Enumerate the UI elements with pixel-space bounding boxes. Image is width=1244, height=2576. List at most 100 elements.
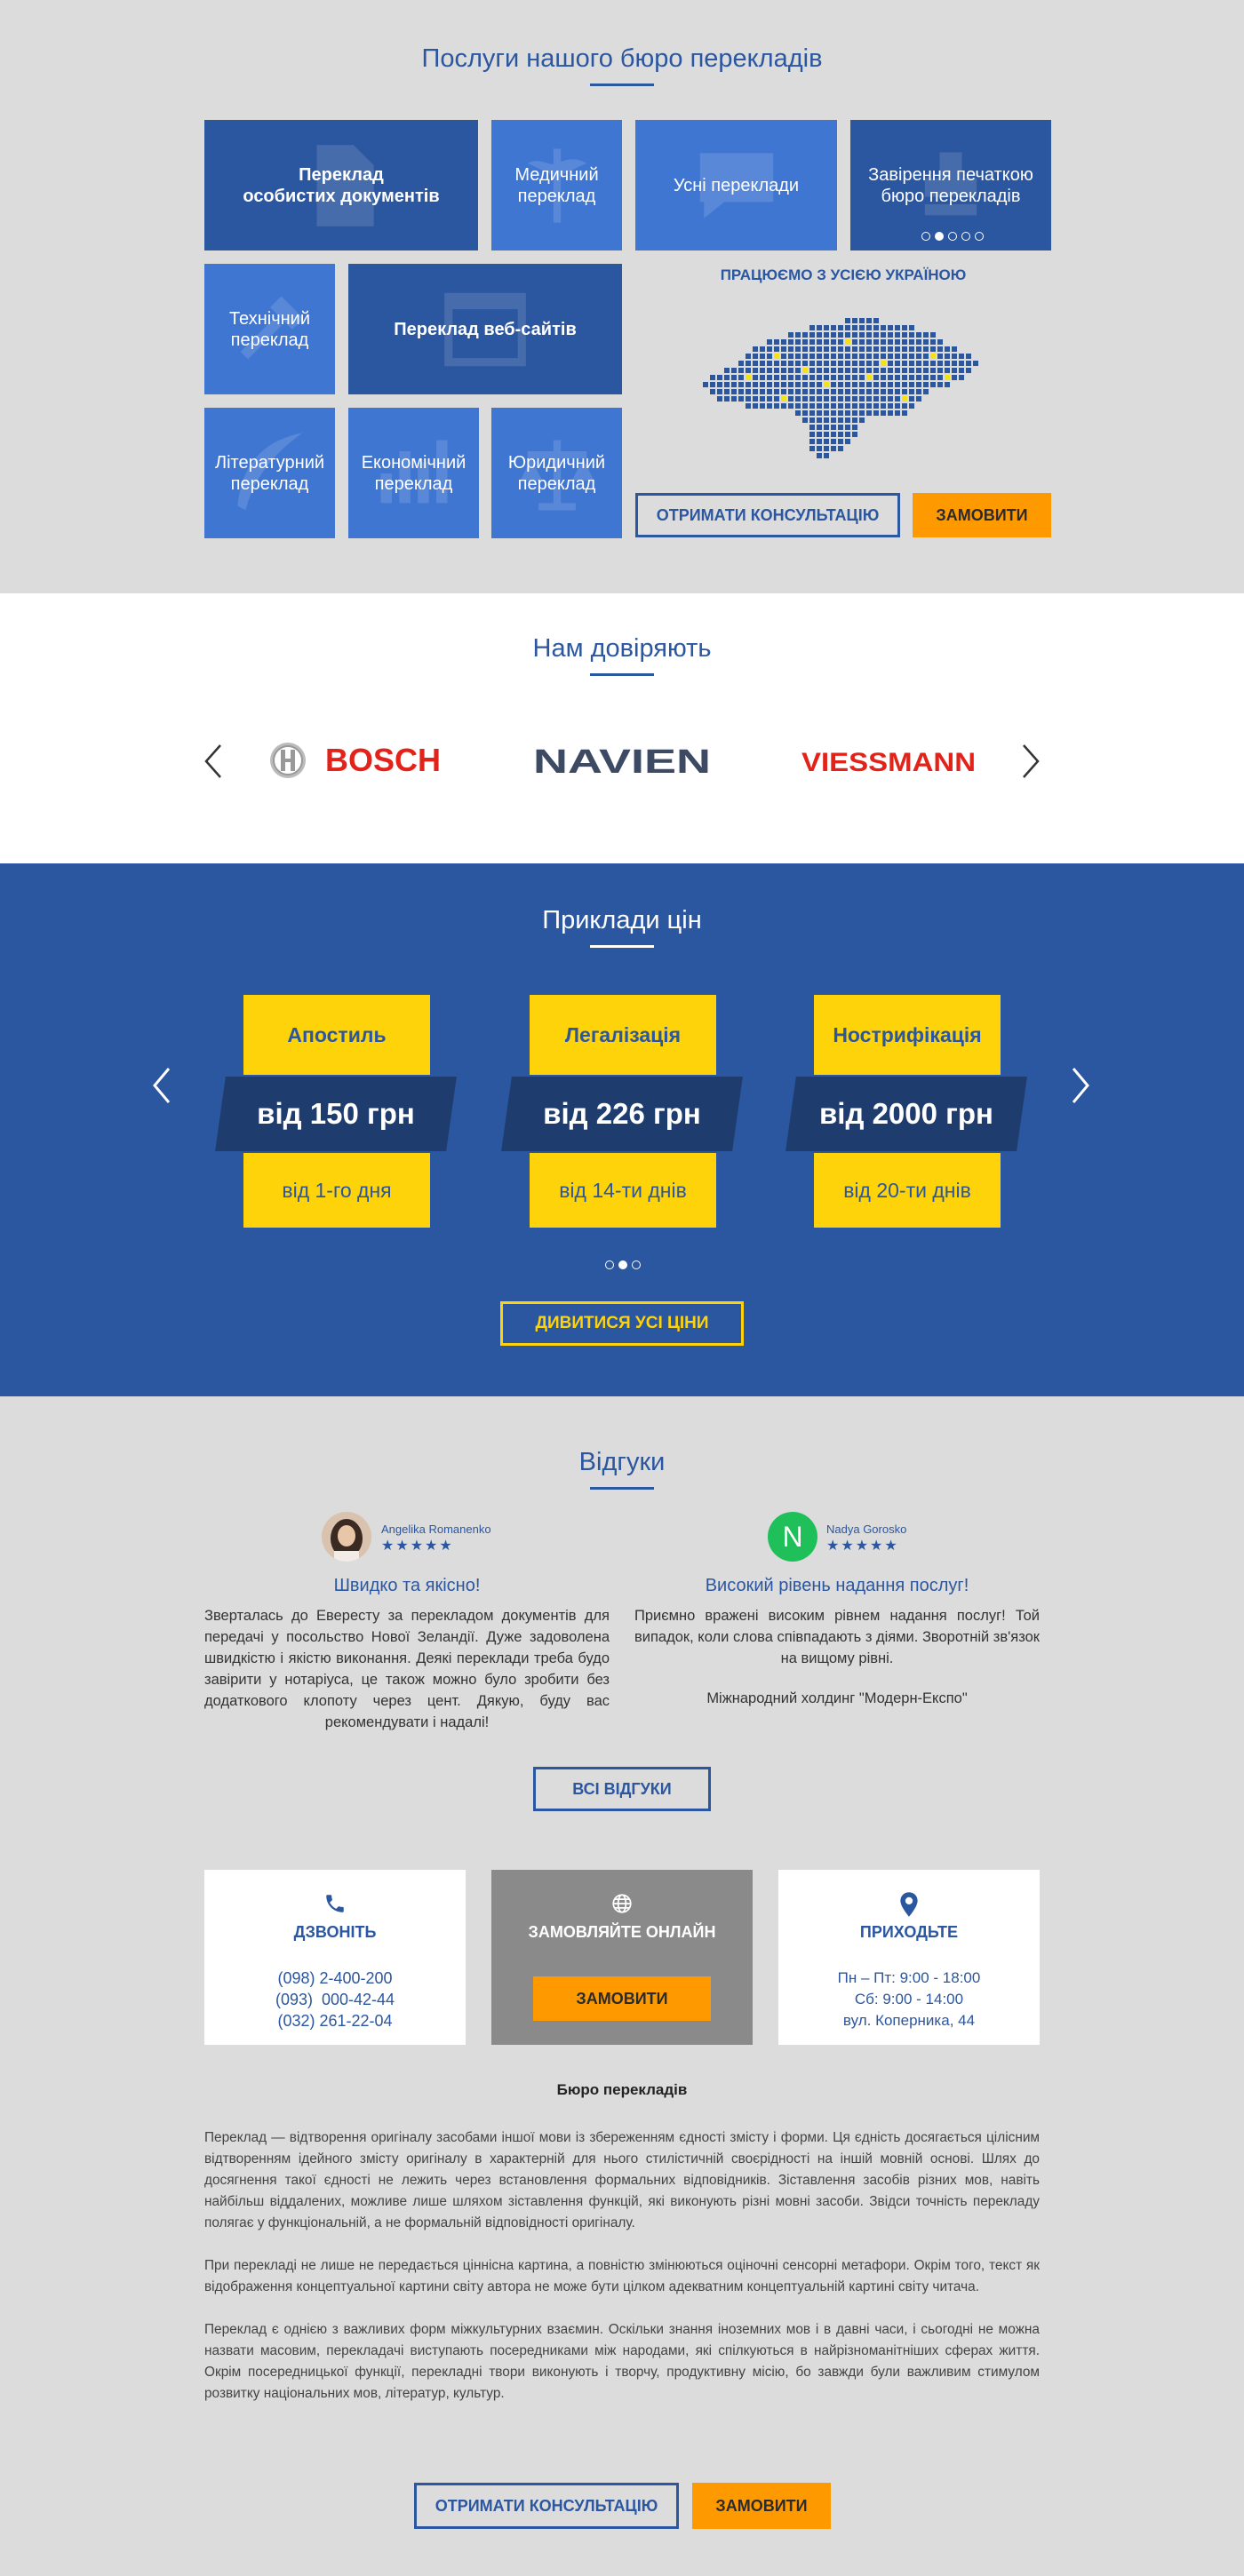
- price-card-apostille[interactable]: Апостиль від 150 грн від 1-го дня: [215, 995, 457, 1228]
- prices-title: Приклади цін: [542, 906, 702, 934]
- slider-dot[interactable]: [948, 232, 957, 241]
- tile-label: Економічний переклад: [361, 452, 466, 494]
- chevron-left-icon[interactable]: [203, 743, 224, 780]
- clients-section: Нам довіряють BOSCH NAVIEN VIESSMANN: [0, 593, 1244, 863]
- clients-title: Нам довіряють: [532, 634, 712, 663]
- contact-online-card: ЗАМОВЛЯЙТЕ ОНЛАЙН ЗАМОВИТИ: [491, 1870, 753, 2059]
- about-paragraph: При перекладі не лише не передається цін…: [204, 2258, 1040, 2294]
- tile-literary[interactable]: Літературний переклад: [204, 408, 335, 538]
- logo-navien-text: NAVIEN: [533, 743, 711, 781]
- map-caption: ПРАЦЮЄМО З УСІЄЮ УКРАЇНОЮ: [720, 266, 967, 283]
- globe-icon: [612, 1894, 632, 1913]
- services-title: Послуги нашого бюро перекладів: [421, 44, 823, 73]
- tile-label: Переклад особистих документів: [243, 164, 440, 206]
- contact-title: ДЗВОНІТЬ: [293, 1923, 377, 1941]
- rating-stars: ★★★★★: [826, 1538, 899, 1554]
- about-section: Бюро перекладів Переклад — відтворення о…: [0, 2045, 1244, 2576]
- price-card-name: Нострифікація: [814, 995, 1001, 1075]
- price-value: від 150 грн: [257, 1097, 415, 1130]
- contact-visit-card: ПРИХОДЬТЕ Пн – Пт: 9:00 - 18:00 Сб: 9:00…: [778, 1870, 1040, 2059]
- contact-call-card: ДЗВОНІТЬ (098) 2-400-200 (093) 000-42-44…: [204, 1870, 466, 2059]
- prices-slider-dots: [605, 1260, 641, 1269]
- services-slider-dots: [921, 232, 984, 241]
- tile-label: Медичний переклад: [514, 164, 599, 206]
- tile-label: Літературний переклад: [214, 452, 325, 494]
- avatar: [322, 1512, 371, 1562]
- logo-viessmann: VIESSMANN: [800, 735, 977, 785]
- reviews-section: Відгуки Angelika Romanenko ★★★★★ Швидко …: [0, 1396, 1244, 2059]
- tile-personal-documents[interactable]: Переклад особистих документів: [204, 120, 478, 250]
- review-card: Angelika Romanenko ★★★★★ Швидко та якісн…: [204, 1512, 610, 1733]
- tile-technical[interactable]: Технічний переклад: [204, 264, 335, 394]
- avatar: N: [768, 1512, 817, 1562]
- logo-bosch-text: BOSCH: [325, 742, 441, 778]
- ukraine-map-icon: [703, 318, 978, 458]
- get-consultation-button[interactable]: ОТРИМАТИ КОНСУЛЬТАЦІЮ: [414, 2483, 679, 2529]
- rating-stars: ★★★★★: [381, 1538, 454, 1554]
- tile-stamp-certification[interactable]: Завірення печаткою бюро перекладів: [850, 120, 1051, 250]
- chevron-right-icon[interactable]: [1020, 743, 1041, 780]
- slider-dot[interactable]: [975, 232, 984, 241]
- price-term: від 20-ти днів: [814, 1153, 1001, 1228]
- all-reviews-button[interactable]: ВСІ ВІДГУКИ: [533, 1767, 711, 1811]
- chevron-right-icon[interactable]: [1070, 1066, 1091, 1105]
- contact-title: ПРИХОДЬТЕ: [859, 1923, 959, 1941]
- logo-bosch: BOSCH: [268, 735, 446, 785]
- view-all-prices-button[interactable]: ДИВИТИСЯ УСІ ЦІНИ: [500, 1301, 744, 1346]
- price-value: від 226 грн: [543, 1097, 701, 1130]
- about-paragraph: Переклад є однією з важливих форм міжкул…: [204, 2322, 1040, 2401]
- order-online-button[interactable]: ЗАМОВИТИ: [533, 1976, 711, 2021]
- tile-label: Завірення печаткою бюро перекладів: [868, 164, 1033, 206]
- location-pin-icon: [900, 1892, 918, 1917]
- review-text: Приємно вражені високим рівнем надання п…: [634, 1608, 1040, 1666]
- title-underline: [590, 945, 654, 948]
- tile-label: Технічний переклад: [228, 308, 311, 350]
- slider-dot[interactable]: [632, 1260, 641, 1269]
- about-title: Бюро перекладів: [556, 2081, 688, 2098]
- get-consultation-button[interactable]: ОТРИМАТИ КОНСУЛЬТАЦІЮ: [635, 493, 900, 537]
- price-term: від 14-ти днів: [530, 1153, 716, 1228]
- logo-navien: NAVIEN: [531, 735, 713, 785]
- title-underline: [590, 83, 654, 86]
- working-hours: Сб: 9:00 - 14:00: [854, 1991, 964, 2008]
- price-value: від 2000 грн: [819, 1097, 993, 1130]
- phone-icon: [326, 1895, 344, 1912]
- slider-dot[interactable]: [961, 232, 970, 241]
- price-card-name: Апостиль: [243, 995, 430, 1075]
- tile-legal[interactable]: Юридичний переклад: [491, 408, 622, 538]
- review-text: Зверталась до Евересту за перекладом док…: [204, 1608, 610, 1730]
- phone-number[interactable]: (098) 2-400-200: [204, 1968, 466, 1989]
- about-text: Переклад — відтворення оригіналу засобам…: [204, 2127, 1040, 2426]
- phone-number[interactable]: (093) 000-42-44: [204, 1989, 466, 2010]
- title-underline: [590, 1487, 654, 1490]
- price-card-name: Легалізація: [530, 995, 716, 1075]
- tile-economic[interactable]: Економічний переклад: [348, 408, 479, 538]
- price-card-legalization[interactable]: Легалізація від 226 грн від 14-ти днів: [501, 995, 743, 1228]
- tile-websites[interactable]: Переклад веб-сайтів: [348, 264, 622, 394]
- title-underline: [590, 673, 654, 676]
- about-paragraph: Переклад — відтворення оригіналу засобам…: [204, 2130, 1040, 2230]
- tile-label: Юридичний переклад: [507, 452, 606, 494]
- slider-dot[interactable]: [618, 1260, 627, 1269]
- chevron-left-icon[interactable]: [151, 1066, 172, 1105]
- review-card: N Nadya Gorosko ★★★★★ Високий рівень над…: [634, 1512, 1040, 1707]
- contact-title: ЗАМОВЛЯЙТЕ ОНЛАЙН: [528, 1923, 716, 1941]
- review-signature: Міжнародний холдинг "Модерн-Експо": [706, 1690, 968, 1706]
- services-section: Послуги нашого бюро перекладів Переклад …: [0, 0, 1244, 593]
- review-title: Високий рівень надання послуг!: [705, 1576, 969, 1595]
- tile-medical[interactable]: Медичний переклад: [491, 120, 622, 250]
- order-button[interactable]: ЗАМОВИТИ: [913, 493, 1051, 537]
- price-card-nostrification[interactable]: Нострифікація від 2000 грн від 20-ти дні…: [785, 995, 1027, 1228]
- reviews-title: Відгуки: [578, 1448, 666, 1476]
- tile-interpreting[interactable]: Усні переклади: [635, 120, 837, 250]
- working-hours: Пн – Пт: 9:00 - 18:00: [837, 1969, 981, 1986]
- logo-viessmann-text: VIESSMANN: [801, 748, 976, 777]
- slider-dot[interactable]: [935, 232, 944, 241]
- order-button[interactable]: ЗАМОВИТИ: [692, 2483, 831, 2529]
- phone-number[interactable]: (032) 261-22-04: [204, 2010, 466, 2031]
- prices-section: Приклади цін Апостиль від 150 грн від 1-…: [0, 863, 1244, 1396]
- slider-dot[interactable]: [921, 232, 930, 241]
- address: вул. Коперника, 44: [842, 2012, 976, 2029]
- slider-dot[interactable]: [605, 1260, 614, 1269]
- review-title: Швидко та якісно!: [333, 1576, 481, 1595]
